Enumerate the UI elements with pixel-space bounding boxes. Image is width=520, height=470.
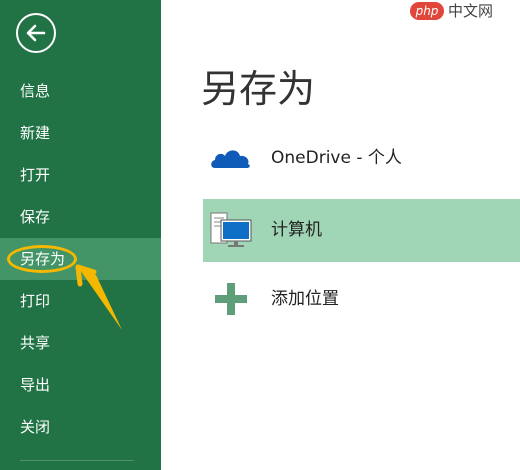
sidebar-item-label: 新建: [20, 124, 51, 142]
sidebar: 信息 新建 打开 保存 另存为 打印 共享 导出 关闭: [0, 0, 161, 470]
plus-icon: [215, 283, 247, 315]
sidebar-item-label: 关闭: [20, 418, 51, 436]
sidebar-item-save[interactable]: 保存: [0, 196, 161, 238]
sidebar-item-label: 打开: [20, 166, 51, 184]
location-label: 添加位置: [271, 289, 339, 309]
page-title: 另存为: [201, 67, 316, 111]
sidebar-item-open[interactable]: 打开: [0, 154, 161, 196]
watermark-badge: php: [410, 2, 444, 20]
sidebar-item-label: 信息: [20, 82, 51, 100]
watermark: php 中文网: [410, 0, 520, 22]
sidebar-item-label: 导出: [20, 376, 51, 394]
location-onedrive[interactable]: OneDrive - 个人: [203, 127, 520, 190]
sidebar-item-new[interactable]: 新建: [0, 112, 161, 154]
sidebar-item-label: 打印: [20, 292, 51, 310]
location-computer[interactable]: 计算机: [203, 199, 520, 262]
onedrive-cloud-icon: [211, 150, 250, 168]
sidebar-item-close[interactable]: 关闭: [0, 406, 161, 448]
sidebar-item-export[interactable]: 导出: [0, 364, 161, 406]
sidebar-divider: [20, 460, 134, 461]
location-label: 计算机: [271, 220, 322, 240]
computer-icon: [210, 212, 252, 247]
annotation-arrow-icon: [75, 264, 122, 330]
sidebar-item-info[interactable]: 信息: [0, 70, 161, 112]
location-add[interactable]: 添加位置: [203, 268, 520, 331]
sidebar-item-label: 保存: [20, 208, 51, 226]
sidebar-item-label: 共享: [20, 334, 51, 352]
back-button[interactable]: [16, 13, 56, 53]
annotation-highlight-oval: [7, 245, 77, 273]
location-label: OneDrive - 个人: [271, 148, 402, 168]
back-arrow-icon: [26, 24, 46, 42]
watermark-text: 中文网: [448, 2, 494, 20]
